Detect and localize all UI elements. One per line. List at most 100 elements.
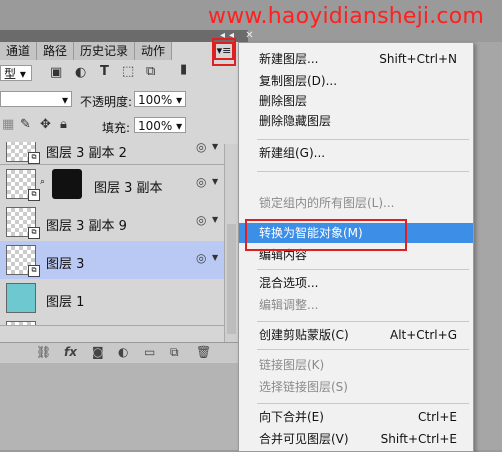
menu-item-shortcut: Shift+Ctrl+N (379, 52, 457, 66)
layer-content-thumbnail[interactable] (52, 169, 82, 199)
watermark-url: www.haoyidiansheji.com (208, 4, 485, 29)
adjustment-filter-icon[interactable]: ◐ (75, 65, 86, 80)
layer-thumbnail[interactable]: ⧉ (6, 321, 36, 325)
smart-object-badge-icon: ⧉ (28, 152, 40, 164)
layer-name[interactable]: 图层 3 (46, 253, 84, 272)
menu-item-label: 新建组(G)... (259, 146, 326, 160)
layer-thumbnail[interactable]: ⧉ (6, 245, 40, 277)
menu-item[interactable]: 删除图层 (239, 91, 473, 111)
layer-row[interactable]: ⧉ 图层 3 副本 2 ◎ ▼ (0, 142, 224, 165)
smart-filter-icon[interactable]: ◎ (196, 142, 206, 154)
layer-thumbnail[interactable]: ⧉ (6, 142, 40, 164)
layer-thumbnail[interactable] (6, 283, 36, 313)
menu-item-label: 锁定组内的所有图层(L)... (259, 196, 395, 210)
layer-row[interactable]: ⧉ ⌕ 图层 3 副本 ◎ ▼ (0, 165, 224, 204)
menu-item[interactable]: 混合选项... (239, 273, 473, 293)
lock-row: ▦ ✎ ✥ 🔒︎ 填充: 100% ▾ (0, 114, 238, 136)
menu-item[interactable]: 合并可见图层(V) Shift+Ctrl+E (239, 429, 473, 449)
text-filter-icon[interactable]: T (100, 64, 109, 79)
layers-scrollbar[interactable] (224, 144, 239, 342)
layers-footer: ⛓ fx ◙ ◐ ▭ ⧉ 🗑︎ (0, 342, 238, 363)
menu-separator (257, 139, 469, 140)
link-layers-icon[interactable]: ⛓ (36, 345, 51, 359)
menu-item[interactable]: 复制图层(D)... (239, 71, 473, 91)
add-mask-icon[interactable]: ◙ (92, 345, 104, 359)
menu-item-label: 创建剪贴蒙版(C) (259, 328, 349, 342)
expand-effects-icon[interactable]: ▼ (212, 253, 218, 262)
fill-input[interactable]: 100% ▾ (134, 117, 186, 133)
smart-filter-icon[interactable]: ◎ (196, 213, 206, 227)
menu-separator (257, 403, 469, 404)
image-filter-icon[interactable]: ▣ (50, 65, 62, 80)
layer-name[interactable]: 图层 3 副本 9 (46, 215, 127, 234)
tab-paths[interactable]: 路径 (37, 42, 75, 60)
tab-history[interactable]: 历史记录 (74, 42, 136, 60)
smart-object-badge-icon: ⧉ (28, 189, 40, 201)
tab-actions[interactable]: 动作 (135, 42, 173, 60)
menu-item-label: 编辑调整... (259, 298, 319, 312)
trash-icon[interactable]: 🗑︎ (196, 345, 211, 359)
layer-name[interactable]: 图层 3 副本 (94, 177, 163, 196)
layer-thumbnail[interactable]: ⧉ (6, 169, 40, 201)
fx-icon[interactable]: fx (64, 345, 77, 359)
menu-item[interactable]: 锁定组内的所有图层(L)... (239, 193, 473, 213)
smart-object-filter-icon[interactable]: ⧉ (146, 64, 155, 79)
expand-effects-icon[interactable]: ▼ (212, 215, 218, 224)
lock-paint-icon[interactable]: ✎ (20, 117, 31, 132)
fill-value: 100% (138, 119, 173, 133)
lock-transparent-icon[interactable]: ▦ (2, 117, 14, 132)
menu-item-shortcut: Ctrl+E (418, 410, 457, 424)
fill-label: 填充: (102, 121, 131, 135)
layer-thumbnail[interactable]: ⧉ (6, 207, 40, 239)
menu-item[interactable]: 新建组(G)... (239, 143, 473, 163)
layer-row[interactable]: ⧉图层 1 副本◎▼ (0, 317, 224, 326)
menu-item[interactable]: 删除隐藏图层 (239, 111, 473, 131)
layer-name[interactable]: 图层 1 (46, 291, 84, 310)
menu-item[interactable]: 链接图层(K) (239, 355, 473, 375)
layer-row[interactable]: 图层 1 (0, 279, 224, 318)
tab-channels[interactable]: 通道 (0, 42, 38, 60)
lock-all-icon[interactable]: 🔒︎ (60, 117, 67, 132)
scrollbar-thumb[interactable] (227, 224, 236, 334)
menu-separator (257, 171, 469, 172)
new-group-icon[interactable]: ▭ (144, 345, 155, 359)
menu-item-shortcut: Alt+Ctrl+G (389, 328, 457, 342)
blend-row: ▾ 不透明度: 100% ▾ (0, 88, 238, 110)
expand-effects-icon[interactable]: ▼ (212, 177, 218, 186)
new-layer-icon[interactable]: ⧉ (170, 345, 179, 360)
menu-item-shortcut: Shift+Ctrl+E (380, 432, 457, 446)
smart-filter-icon[interactable]: ◎ (196, 175, 206, 189)
layer-name[interactable]: 图层 3 副本 2 (46, 142, 127, 161)
smart-filter-icon[interactable]: ◎ (196, 251, 206, 265)
menu-item-label: 复制图层(D)... (259, 74, 338, 88)
menu-item[interactable]: 编辑调整... (239, 295, 473, 315)
workspace-background (0, 363, 238, 450)
menu-item[interactable]: 向下合并(E) Ctrl+E (239, 407, 473, 427)
panel-title-strip (0, 30, 248, 42)
menu-item[interactable]: 创建剪贴蒙版(C) Alt+Ctrl+G (239, 325, 473, 345)
layer-row[interactable]: ⧉ 图层 3 副本 9 ◎ ▼ (0, 203, 224, 242)
menu-separator (257, 349, 469, 350)
adjustment-layer-icon[interactable]: ◐ (118, 345, 128, 359)
smart-object-badge-icon: ⧉ (28, 265, 40, 277)
blend-mode-select[interactable]: ▾ (0, 91, 72, 107)
annotation-box-convert-smart-object (245, 219, 407, 251)
lock-move-icon[interactable]: ✥ (40, 117, 51, 132)
smart-object-badge-icon: ⧉ (28, 227, 40, 239)
menu-separator (257, 269, 469, 270)
annotation-box-menu-button (212, 38, 236, 66)
shape-filter-icon[interactable]: ⬚ (122, 64, 134, 79)
canvas-area (472, 42, 502, 450)
menu-item[interactable]: 选择链接图层(S) (239, 377, 473, 397)
menu-item-label: 向下合并(E) (259, 410, 324, 424)
layer-row[interactable]: ⧉ 图层 3 ◎ ▼ (0, 241, 224, 280)
expand-effects-icon[interactable]: ▼ (212, 142, 218, 151)
layer-link-icon: ⌕ (40, 177, 46, 187)
menu-item-label: 链接图层(K) (259, 358, 325, 372)
menu-item-label: 新建图层... (259, 52, 319, 66)
filter-kind-select[interactable]: 型 ▾ (0, 65, 32, 81)
menu-item-label: 删除隐藏图层 (259, 114, 332, 128)
filter-toggle-icon[interactable]: ▮ (180, 62, 187, 77)
menu-item[interactable]: 新建图层... Shift+Ctrl+N (239, 49, 473, 69)
opacity-input[interactable]: 100% ▾ (134, 91, 186, 107)
